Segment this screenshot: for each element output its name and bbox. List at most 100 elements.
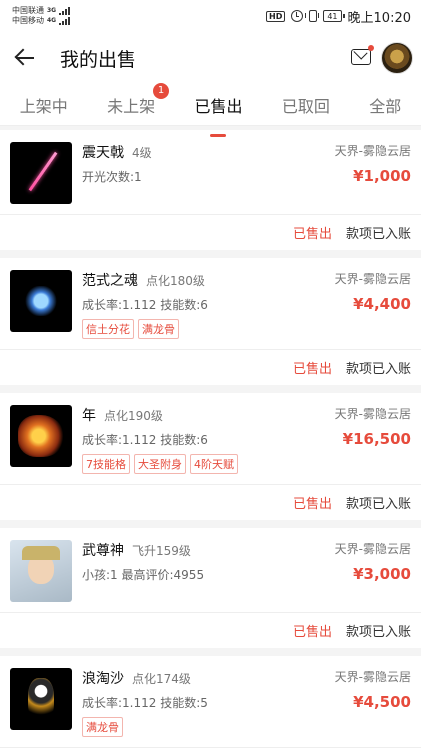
sold-item-card[interactable]: 年 点化190级 成长率:1.112 技能数:6 7技能格 大圣附身 4阶天赋 天界… bbox=[0, 393, 421, 520]
tab-all[interactable]: 全部 bbox=[365, 87, 405, 123]
payment-status: 款项已入账 bbox=[345, 227, 411, 242]
message-icon[interactable] bbox=[351, 45, 374, 65]
sold-status: 已售出 bbox=[292, 227, 332, 242]
payment-status: 款项已入账 bbox=[345, 362, 411, 377]
tab-label: 未上架 bbox=[107, 96, 156, 116]
item-server: 天界-雾隐云居 bbox=[334, 542, 411, 556]
tab-sold[interactable]: 已售出 bbox=[190, 87, 246, 137]
item-main[interactable]: 年 点化190级 成长率:1.112 技能数:6 7技能格 大圣附身 4阶天赋 天界… bbox=[0, 393, 421, 485]
signal-icon bbox=[59, 17, 71, 25]
battery-icon: 41 bbox=[323, 10, 345, 22]
tab-label: 上架中 bbox=[19, 96, 68, 116]
item-thumbnail bbox=[10, 540, 72, 602]
signal-icon bbox=[59, 7, 71, 15]
item-price: ¥16,500 bbox=[342, 430, 411, 448]
payment-status: 款项已入账 bbox=[345, 625, 411, 640]
network-2-type: 4G bbox=[47, 17, 57, 24]
carrier-info: 中国联通 3G 中国移动 4G bbox=[12, 6, 71, 26]
item-tag: 满龙骨 bbox=[82, 717, 123, 737]
item-thumbnail bbox=[10, 405, 72, 467]
item-price-block: 天界-雾隐云居 ¥4,500 bbox=[301, 668, 411, 737]
item-level: 点化174级 bbox=[132, 672, 191, 686]
sold-item-card[interactable]: 武尊神 飞升159级 小孩:1 最高评价:4955 天界-雾隐云居 ¥3,000… bbox=[0, 528, 421, 648]
hd-icon: HD bbox=[266, 10, 286, 22]
item-thumbnail bbox=[10, 668, 72, 730]
item-price: ¥1,000 bbox=[353, 167, 411, 185]
sold-items-list: 震天戟 4级 开光次数:1 天界-雾隐云居 ¥1,000 已售出 款项已入账 范… bbox=[0, 126, 421, 748]
tab-retrieved[interactable]: 已取回 bbox=[278, 87, 334, 123]
item-info: 范式之魂 点化180级 成长率:1.112 技能数:6 信土分花 满龙骨 bbox=[82, 270, 301, 339]
item-info: 震天戟 4级 开光次数:1 bbox=[82, 142, 301, 204]
sold-item-card[interactable]: 震天戟 4级 开光次数:1 天界-雾隐云居 ¥1,000 已售出 款项已入账 bbox=[0, 130, 421, 250]
item-price-block: 天界-雾隐云居 ¥16,500 bbox=[301, 405, 411, 474]
item-thumbnail bbox=[10, 270, 72, 332]
avatar[interactable] bbox=[381, 42, 413, 74]
item-tag: 大圣附身 bbox=[134, 454, 186, 474]
item-main[interactable]: 范式之魂 点化180级 成长率:1.112 技能数:6 信土分花 满龙骨 天界-雾… bbox=[0, 258, 421, 350]
item-footer: 已售出 款项已入账 bbox=[0, 215, 421, 250]
item-name: 范式之魂 bbox=[82, 273, 138, 289]
item-level: 点化190级 bbox=[104, 409, 163, 423]
item-tags: 7技能格 大圣附身 4阶天赋 bbox=[82, 454, 301, 474]
carrier-2-label: 中国移动 bbox=[12, 16, 44, 25]
sold-status: 已售出 bbox=[292, 625, 332, 640]
item-price: ¥3,000 bbox=[353, 565, 411, 583]
item-main[interactable]: 震天戟 4级 开光次数:1 天界-雾隐云居 ¥1,000 bbox=[0, 130, 421, 215]
item-footer: 已售出 款项已入账 bbox=[0, 350, 421, 385]
item-name: 浪淘沙 bbox=[82, 671, 124, 687]
item-stats: 成长率:1.112 技能数:6 bbox=[82, 298, 208, 312]
alarm-icon bbox=[291, 10, 304, 22]
carrier-1-label: 中国联通 bbox=[12, 6, 44, 15]
sold-item-card[interactable]: 范式之魂 点化180级 成长率:1.112 技能数:6 信土分花 满龙骨 天界-雾… bbox=[0, 258, 421, 385]
back-arrow-icon[interactable] bbox=[14, 47, 36, 69]
tab-label: 已售出 bbox=[194, 96, 243, 116]
item-thumbnail bbox=[10, 142, 72, 204]
item-footer: 已售出 款项已入账 bbox=[0, 485, 421, 520]
tab-label: 已取回 bbox=[281, 96, 330, 116]
item-tag: 信土分花 bbox=[82, 319, 134, 339]
sold-status: 已售出 bbox=[292, 362, 332, 377]
item-tag: 满龙骨 bbox=[138, 319, 179, 339]
item-stats: 小孩:1 最高评价:4955 bbox=[82, 568, 205, 582]
clock: 晚上10:20 bbox=[347, 10, 411, 26]
item-footer: 已售出 款项已入账 bbox=[0, 613, 421, 648]
status-icons: HD 41 晚上10:20 bbox=[266, 7, 411, 26]
payment-status: 款项已入账 bbox=[345, 497, 411, 512]
header-bar: 我的出售 bbox=[0, 32, 421, 84]
item-name: 武尊神 bbox=[82, 543, 124, 559]
tab-listed[interactable]: 上架中 bbox=[16, 87, 72, 123]
item-info: 浪淘沙 点化174级 成长率:1.112 技能数:5 满龙骨 bbox=[82, 668, 301, 737]
item-stats: 开光次数:1 bbox=[82, 170, 142, 184]
item-server: 天界-雾隐云居 bbox=[334, 670, 411, 684]
network-1-type: 3G bbox=[47, 7, 57, 14]
item-level: 4级 bbox=[132, 146, 152, 160]
item-tags: 信土分花 满龙骨 bbox=[82, 319, 301, 339]
item-tag: 7技能格 bbox=[82, 454, 130, 474]
item-price-block: 天界-雾隐云居 ¥1,000 bbox=[301, 142, 411, 204]
item-stats: 成长率:1.112 技能数:5 bbox=[82, 696, 208, 710]
tab-bar: 上架中 未上架 1 已售出 已取回 全部 bbox=[0, 82, 421, 137]
item-server: 天界-雾隐云居 bbox=[334, 144, 411, 158]
unread-dot bbox=[368, 45, 374, 51]
item-info: 年 点化190级 成长率:1.112 技能数:6 7技能格 大圣附身 4阶天赋 bbox=[82, 405, 301, 474]
item-level: 飞升159级 bbox=[132, 544, 191, 558]
battery-level: 41 bbox=[327, 11, 338, 21]
sold-status: 已售出 bbox=[292, 497, 332, 512]
item-main[interactable]: 武尊神 飞升159级 小孩:1 最高评价:4955 天界-雾隐云居 ¥3,000 bbox=[0, 528, 421, 613]
item-price: ¥4,400 bbox=[353, 295, 411, 313]
page-title: 我的出售 bbox=[60, 48, 137, 71]
item-price-block: 天界-雾隐云居 ¥4,400 bbox=[301, 270, 411, 339]
item-main[interactable]: 浪淘沙 点化174级 成长率:1.112 技能数:5 满龙骨 天界-雾隐云居 ¥… bbox=[0, 656, 421, 748]
item-price-block: 天界-雾隐云居 ¥3,000 bbox=[301, 540, 411, 602]
tab-label: 全部 bbox=[369, 96, 402, 116]
vibrate-icon bbox=[305, 10, 320, 22]
item-tags: 满龙骨 bbox=[82, 717, 301, 737]
tab-count-badge: 1 bbox=[153, 82, 170, 99]
item-price: ¥4,500 bbox=[353, 693, 411, 711]
item-tag: 4阶天赋 bbox=[190, 454, 238, 474]
item-name: 年 bbox=[82, 408, 96, 424]
status-bar: 中国联通 3G 中国移动 4G HD 41 晚上10:20 bbox=[0, 0, 421, 32]
sold-item-card[interactable]: 浪淘沙 点化174级 成长率:1.112 技能数:5 满龙骨 天界-雾隐云居 ¥… bbox=[0, 656, 421, 748]
tab-unlisted[interactable]: 未上架 1 bbox=[103, 82, 170, 123]
item-server: 天界-雾隐云居 bbox=[334, 272, 411, 286]
